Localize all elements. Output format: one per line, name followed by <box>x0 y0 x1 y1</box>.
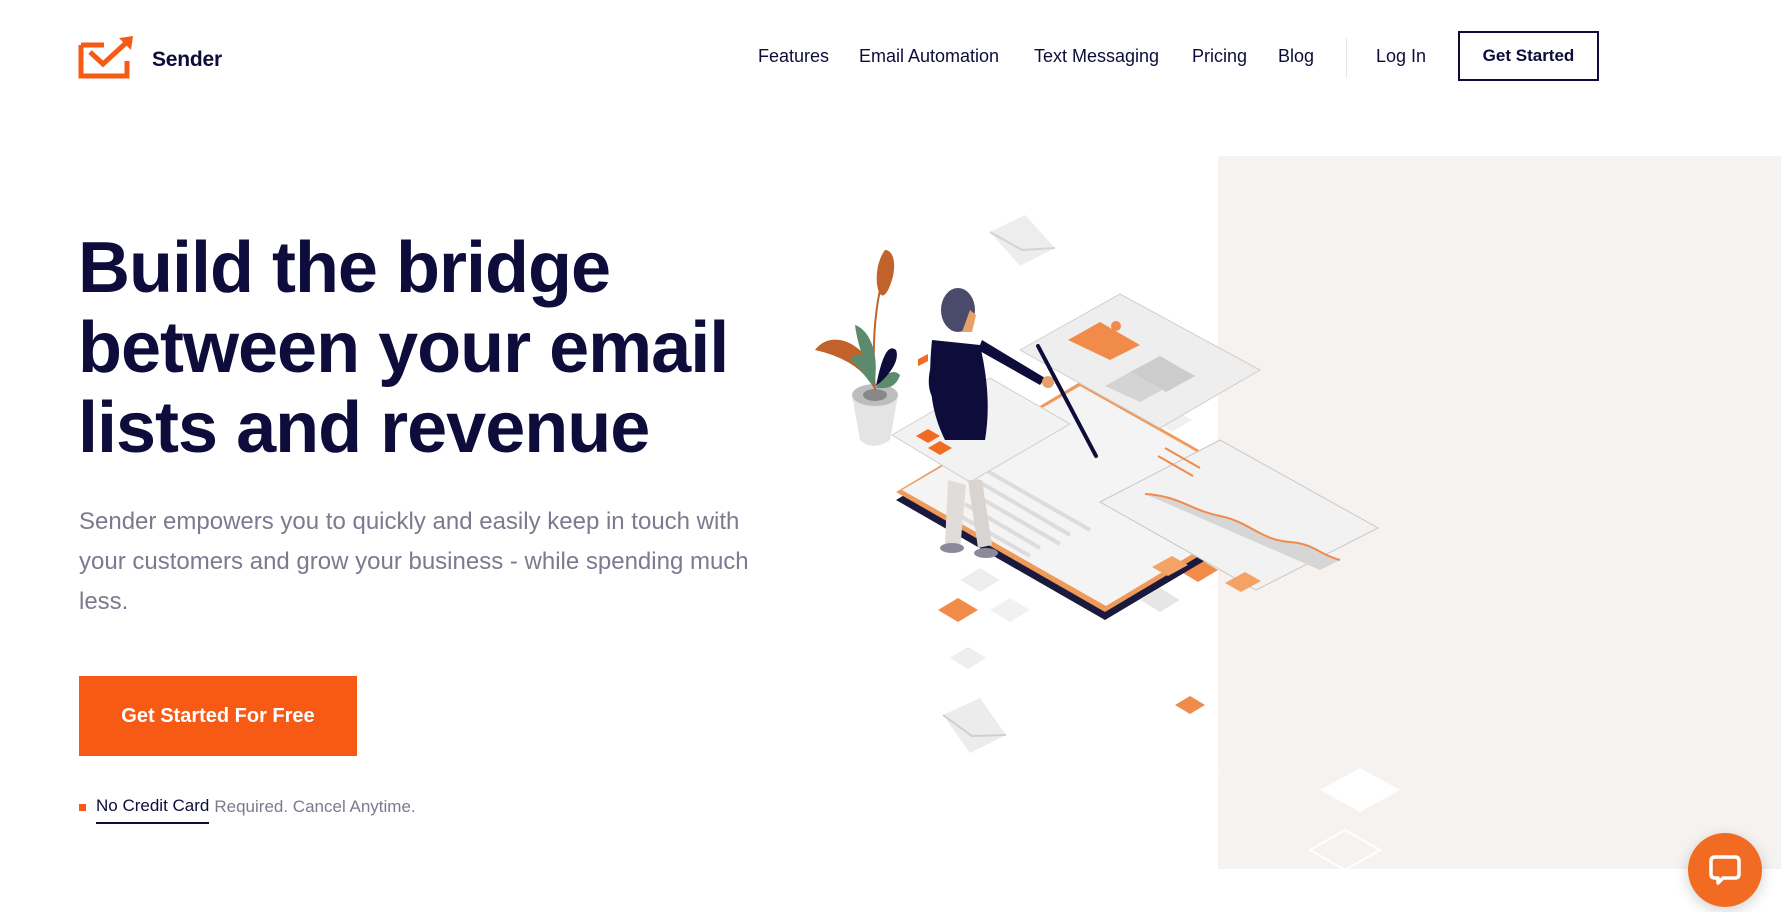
hero-title-line: lists and revenue <box>78 388 650 468</box>
tile-icon <box>990 598 1030 622</box>
tile-icon <box>950 647 986 669</box>
nav-item-text-messaging[interactable]: Text Messaging <box>1034 46 1159 67</box>
nav-item-blog[interactable]: Blog <box>1278 46 1314 67</box>
nav-item-pricing[interactable]: Pricing <box>1192 46 1247 67</box>
tile-icon <box>1160 752 1220 788</box>
hero-title-line: Build the bridge <box>78 228 611 308</box>
nav-item-email-automation[interactable]: Email Automation <box>859 46 999 67</box>
chat-bubble-icon <box>1709 855 1741 885</box>
get-started-button[interactable]: Get Started <box>1458 31 1599 81</box>
envelope-icon <box>989 215 1056 266</box>
tile-icon <box>1320 768 1400 812</box>
tile-icon <box>1307 828 1383 870</box>
hero-subtitle: Sender empowers you to quickly and easil… <box>79 508 749 615</box>
nav-divider <box>1346 38 1347 78</box>
nav-item-features[interactable]: Features <box>758 46 829 67</box>
tile-icon <box>1175 696 1205 714</box>
get-started-free-button[interactable]: Get Started For Free <box>79 676 357 756</box>
no-credit-card-note: No Credit Card Required. Cancel Anytime. <box>79 790 416 824</box>
hero-title-line: between your email <box>78 308 729 388</box>
hero-illustration <box>815 215 1400 870</box>
envelope-icon <box>942 698 1007 753</box>
login-link[interactable]: Log In <box>1376 46 1426 67</box>
bullet-icon <box>79 803 86 811</box>
hero-title: Build the bridge between your email list… <box>78 228 778 468</box>
site-header: Sender Features Email Automation Text Me… <box>0 0 1781 112</box>
plant-icon <box>815 250 900 446</box>
tile-icon <box>938 598 978 622</box>
tile-icon <box>960 568 1000 592</box>
note-text: Required. Cancel Anytime. <box>214 797 416 816</box>
no-credit-card-link[interactable]: No Credit Card <box>96 796 210 824</box>
chat-widget-button[interactable] <box>1688 833 1762 907</box>
